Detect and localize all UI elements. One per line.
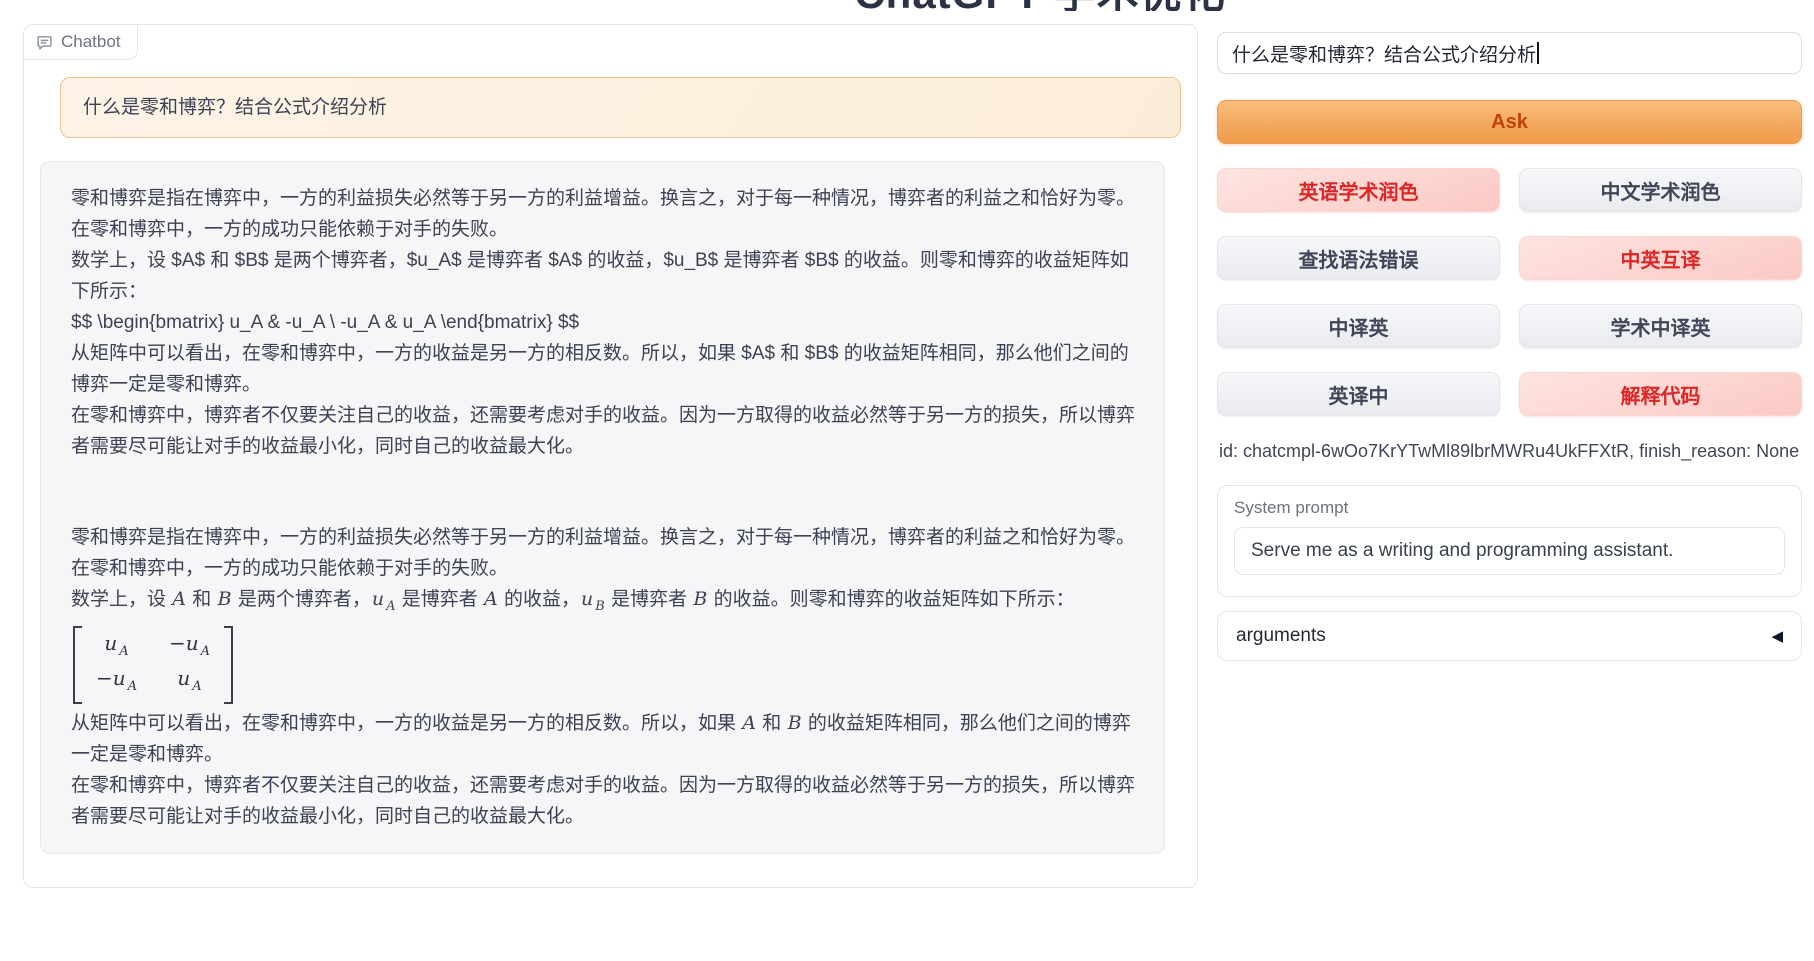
- matrix-cell: uA: [95, 630, 138, 665]
- button-en-to-zh[interactable]: 英译中: [1217, 372, 1500, 416]
- matrix-cell: −uA: [168, 630, 211, 665]
- text-caret: [1537, 42, 1539, 64]
- bot-latex-source: $$ \begin{bmatrix} u_A & -u_A \ -u_A & u…: [71, 307, 1138, 338]
- matrix-cell: −uA: [95, 665, 138, 700]
- button-chinese-academic-polish[interactable]: 中文学术润色: [1519, 168, 1802, 212]
- matrix-left-bracket: [73, 626, 82, 704]
- bot-message: 零和博弈是指在博弈中，一方的利益损失必然等于另一方的利益增益。换言之，对于每一种…: [40, 161, 1165, 854]
- accordion-label: arguments: [1236, 625, 1326, 647]
- button-zh-en-mutual-translate[interactable]: 中英互译: [1519, 236, 1802, 280]
- chatbot-panel: Chatbot 什么是零和博弈？结合公式介绍分析 零和博弈是指在博弈中，一方的利…: [23, 24, 1198, 888]
- button-zh-to-en[interactable]: 中译英: [1217, 304, 1500, 348]
- bot-paragraph-math: 数学上，设 A 和 B 是两个博弈者，uA 是博弈者 A 的收益，uB 是博弈者…: [71, 584, 1138, 622]
- bot-paragraph: 零和博弈是指在博弈中，一方的利益损失必然等于另一方的利益增益。换言之，对于每一种…: [71, 522, 1138, 584]
- question-input-value: 什么是零和博弈？结合公式介绍分析: [1232, 40, 1536, 67]
- question-input[interactable]: 什么是零和博弈？结合公式介绍分析: [1217, 32, 1802, 74]
- bot-rendered-block: 零和博弈是指在博弈中，一方的利益损失必然等于另一方的利益增益。换言之，对于每一种…: [71, 522, 1138, 832]
- matrix-right-bracket: [224, 626, 233, 704]
- button-explain-code[interactable]: 解释代码: [1519, 372, 1802, 416]
- bot-paragraph-math: 从矩阵中可以看出，在零和博弈中，一方的收益是另一方的相反数。所以，如果 A 和 …: [71, 708, 1138, 770]
- arguments-accordion[interactable]: arguments ◀: [1217, 611, 1802, 661]
- bot-paragraph: 从矩阵中可以看出，在零和博弈中，一方的收益是另一方的相反数。所以，如果 $A$ …: [71, 338, 1138, 400]
- matrix-cell: uA: [168, 665, 211, 700]
- system-prompt-label: System prompt: [1234, 498, 1785, 518]
- bot-paragraph: 零和博弈是指在博弈中，一方的利益损失必然等于另一方的利益增益。换言之，对于每一种…: [71, 183, 1138, 245]
- system-prompt-card: System prompt Serve me as a writing and …: [1217, 485, 1802, 597]
- button-english-academic-polish[interactable]: 英语学术润色: [1217, 168, 1500, 212]
- bot-raw-block: 零和博弈是指在博弈中，一方的利益损失必然等于另一方的利益增益。换言之，对于每一种…: [71, 183, 1138, 462]
- ask-button[interactable]: Ask: [1217, 100, 1802, 144]
- button-academic-zh-to-en[interactable]: 学术中译英: [1519, 304, 1802, 348]
- chat-bubble-icon: [36, 34, 53, 51]
- user-message: 什么是零和博弈？结合公式介绍分析: [60, 77, 1181, 138]
- page-title: ChatGPT 学术优化: [830, 0, 1250, 11]
- collapse-left-triangle-icon: ◀: [1771, 629, 1783, 644]
- button-find-grammar-errors[interactable]: 查找语法错误: [1217, 236, 1500, 280]
- quick-actions-grid: 英语学术润色 中文学术润色 查找语法错误 中英互译 中译英 学术中译英 英译中 …: [1217, 168, 1802, 416]
- bot-paragraph: 在零和博弈中，博弈者不仅要关注自己的收益，还需要考虑对手的收益。因为一方取得的收…: [71, 770, 1138, 832]
- chatbot-label: Chatbot: [24, 25, 138, 60]
- status-text: id: chatcmpl-6wOo7KrYTwMl89lbrMWRu4UkFFX…: [1219, 441, 1804, 462]
- user-message-text: 什么是零和博弈？结合公式介绍分析: [83, 92, 1158, 123]
- system-prompt-value: Serve me as a writing and programming as…: [1251, 540, 1673, 562]
- chatbot-label-text: Chatbot: [61, 32, 121, 52]
- bot-paragraph: 在零和博弈中，博弈者不仅要关注自己的收益，还需要考虑对手的收益。因为一方取得的收…: [71, 400, 1138, 462]
- chat-messages: 什么是零和博弈？结合公式介绍分析 零和博弈是指在博弈中，一方的利益损失必然等于另…: [24, 77, 1197, 887]
- bot-paragraph: 数学上，设 $A$ 和 $B$ 是两个博弈者，$u_A$ 是博弈者 $A$ 的收…: [71, 245, 1138, 307]
- payoff-matrix: uA −uA −uA uA: [73, 626, 233, 704]
- system-prompt-input[interactable]: Serve me as a writing and programming as…: [1234, 527, 1785, 575]
